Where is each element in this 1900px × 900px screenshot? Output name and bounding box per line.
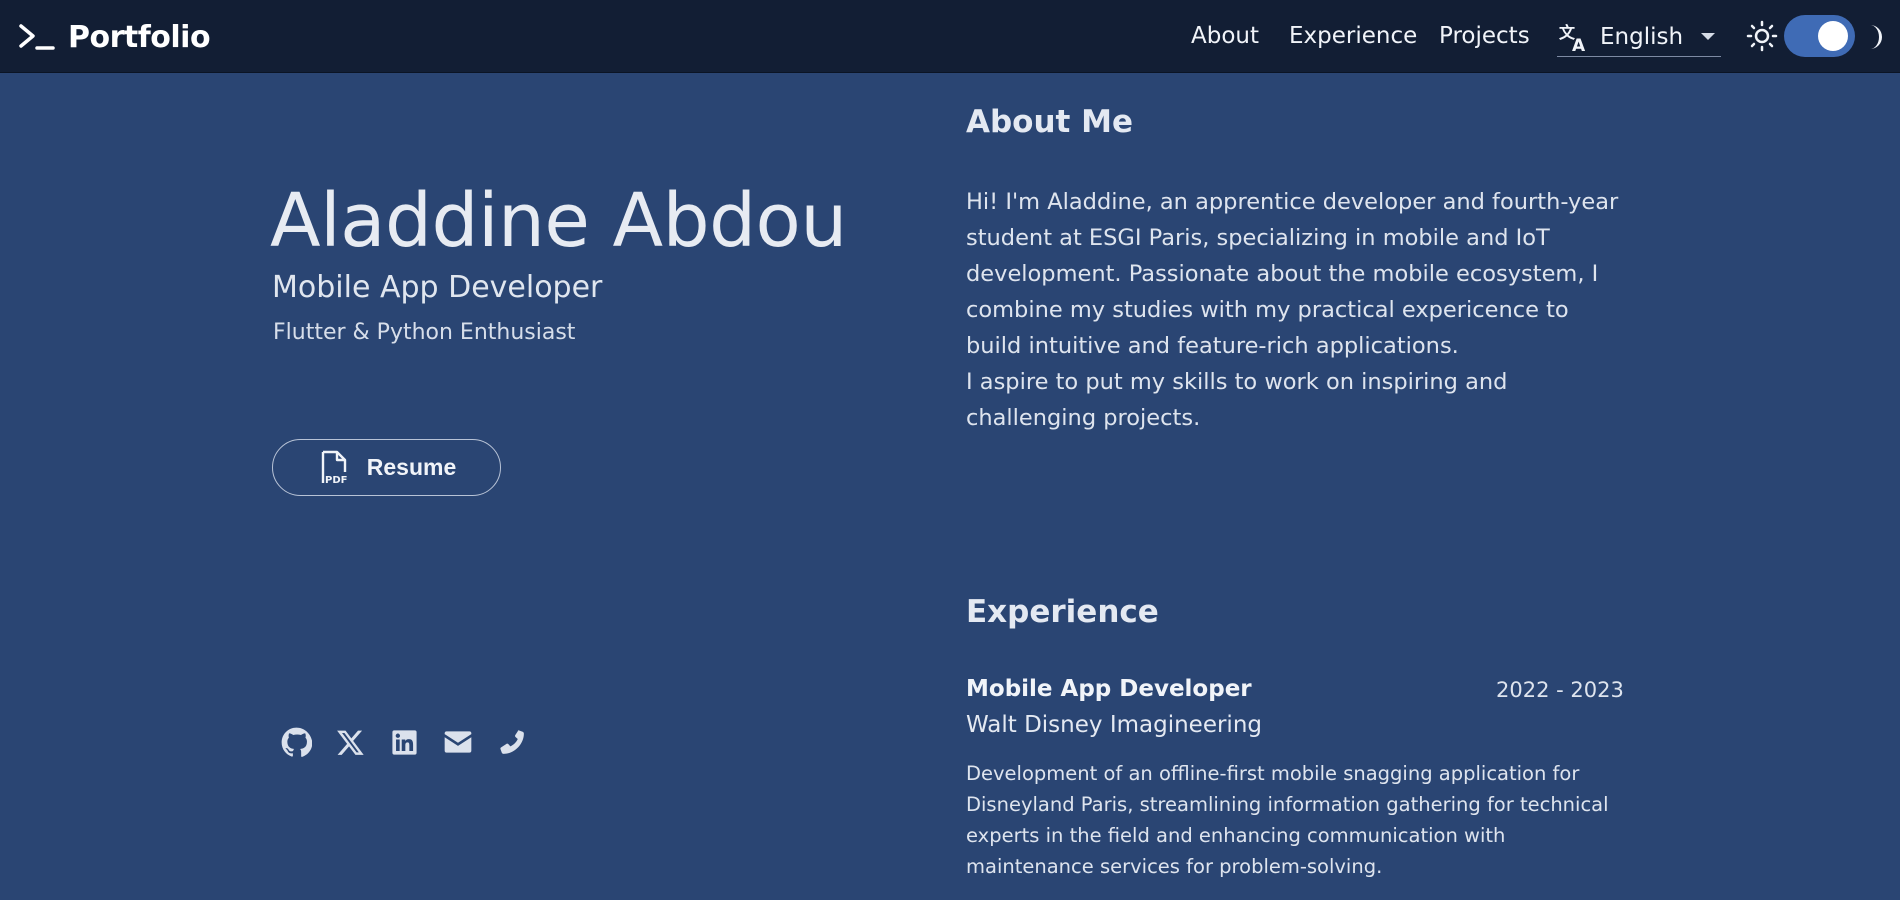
about-paragraph: Hi! I'm Aladdine, an apprentice develope… <box>966 189 1619 359</box>
hero-role: Mobile App Developer <box>272 270 603 305</box>
linkedin-icon[interactable] <box>388 726 420 758</box>
experience-job-title: Mobile App Developer <box>966 676 1252 702</box>
about-paragraph: I aspire to put my skills to work on ins… <box>966 369 1508 431</box>
terminal-icon <box>19 24 55 50</box>
brand-name: Portfolio <box>68 19 211 55</box>
about-text: Hi! I'm Aladdine, an apprentice develope… <box>966 184 1626 436</box>
hero-tagline: Flutter & Python Enthusiast <box>273 320 576 345</box>
sun-icon <box>1746 20 1778 52</box>
nav-link-experience[interactable]: Experience <box>1289 20 1417 52</box>
nav-link-projects[interactable]: Projects <box>1439 20 1530 52</box>
hero-name: Aladdine Abdou <box>270 178 847 264</box>
language-selected: English <box>1600 23 1684 50</box>
experience-dates: 2022 - 2023 <box>1496 678 1624 702</box>
github-icon[interactable] <box>280 726 312 758</box>
top-navbar: Portfolio About Experience Projects 文 A … <box>0 0 1900 73</box>
translate-icon: 文 A <box>1559 23 1586 53</box>
about-heading: About Me <box>966 104 1134 140</box>
mail-icon[interactable] <box>442 726 474 758</box>
toggle-knob <box>1818 21 1848 51</box>
brand-link[interactable]: Portfolio <box>18 18 211 56</box>
svg-text:A: A <box>1572 36 1586 53</box>
theme-toggle[interactable] <box>1784 15 1855 57</box>
pdf-file-icon: PDF <box>321 450 347 486</box>
resume-button[interactable]: PDF Resume <box>272 439 501 496</box>
moon-icon <box>1870 25 1882 49</box>
nav-link-about[interactable]: About <box>1191 20 1259 52</box>
experience-description: Development of an offline-first mobile s… <box>966 762 1609 878</box>
social-links <box>280 725 528 759</box>
x-icon[interactable] <box>334 726 366 758</box>
phone-icon[interactable] <box>496 726 528 758</box>
experience-heading: Experience <box>966 594 1159 630</box>
svg-text:PDF: PDF <box>325 475 347 486</box>
resume-label: Resume <box>366 454 457 480</box>
language-select[interactable]: 文 A English <box>1557 17 1721 57</box>
chevron-down-icon <box>1701 33 1716 40</box>
experience-company: Walt Disney Imagineering <box>966 712 1262 738</box>
